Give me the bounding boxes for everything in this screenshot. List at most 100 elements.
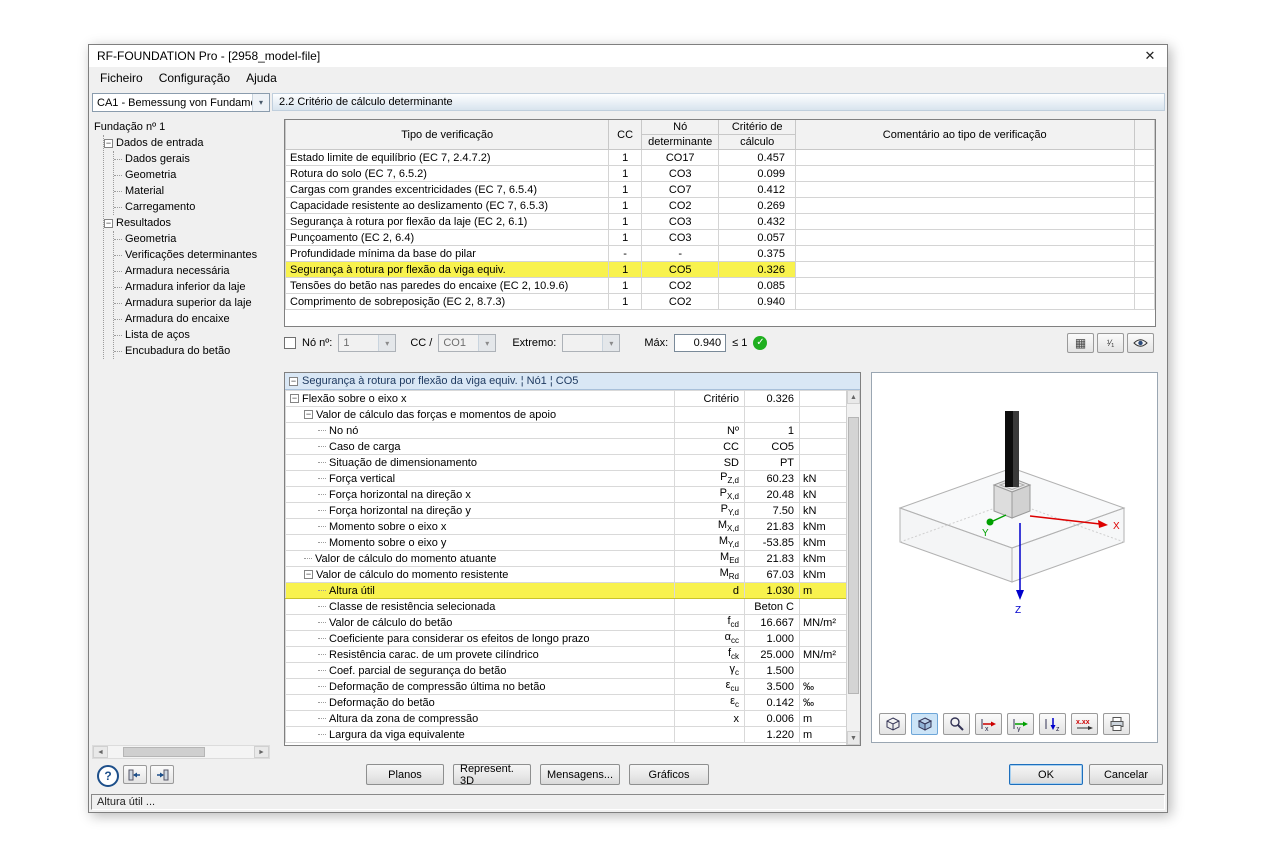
tree-item[interactable]: Geometria (114, 167, 270, 183)
collapse-icon[interactable]: − (304, 410, 313, 420)
tree-item-root[interactable]: Fundação nº 1 (94, 119, 270, 135)
case-selector[interactable]: CA1 - Bemessung von Fundame ▾ (92, 93, 270, 112)
detail-row[interactable]: Caso de carga CC CO5 (285, 438, 846, 455)
detail-row[interactable]: Coef. parcial de segurança do betão γc 1.5… (285, 662, 846, 679)
represent-3d-button[interactable]: Represent. 3D (453, 763, 531, 787)
collapse-icon[interactable]: − (290, 394, 299, 404)
verification-row[interactable]: Punçoamento (EC 2, 6.4) 1 CO3 0.057 (285, 229, 1155, 246)
detail-row[interactable]: Situação de dimensionamento SD PT (285, 454, 846, 471)
detail-row[interactable]: Altura da zona de compressão x 0.006 m (285, 710, 846, 727)
tree-group[interactable]: − Dados de entrada (104, 135, 270, 151)
ok-button[interactable]: OK (1009, 764, 1083, 785)
chevron-down-icon[interactable]: ▾ (378, 335, 396, 351)
scrollbar-track[interactable] (108, 746, 254, 758)
scrollbar-thumb[interactable] (848, 417, 859, 694)
collapse-icon[interactable]: − (289, 376, 298, 386)
node-checkbox[interactable] (284, 337, 296, 349)
show-values-button[interactable]: x.xx (1071, 713, 1098, 735)
detail-row-label: Flexão sobre o eixo x (302, 392, 407, 405)
graficos-button[interactable]: Gráficos (629, 764, 709, 785)
menu-ficheiro[interactable]: Ficheiro (92, 69, 151, 87)
cc-combo[interactable]: CO1 ▾ (438, 334, 497, 352)
help-button[interactable]: ? (97, 765, 119, 787)
cancel-button[interactable]: Cancelar (1089, 764, 1163, 785)
detail-row[interactable]: Classe de resistência selecionada Beton C (285, 598, 846, 615)
verification-row[interactable]: Comprimento de sobreposição (EC 2, 8.7.3… (285, 293, 1155, 310)
scrollbar-thumb[interactable] (122, 747, 205, 757)
detail-row[interactable]: − Flexão sobre o eixo x Critério 0.326 (285, 390, 846, 407)
view-z-button[interactable]: z (1039, 713, 1066, 735)
verification-row[interactable]: Profundidade mínima da base do pilar - -0.… (285, 245, 1155, 262)
detail-row[interactable]: Momento sobre o eixo y MY,d -53.85 kNm (285, 534, 846, 551)
detail-row[interactable]: No nó Nº 1 (285, 422, 846, 439)
collapse-icon[interactable]: − (104, 218, 113, 228)
menu-ajuda[interactable]: Ajuda (238, 69, 285, 87)
detail-row[interactable]: Valor de cálculo do betão fcd 16.667 MN/m² (285, 614, 846, 631)
detail-row[interactable]: Largura da viga equivalente 1.220 m (285, 726, 846, 743)
tree-item[interactable]: Carregamento (114, 199, 270, 215)
tree-item[interactable]: Dados gerais (114, 151, 270, 167)
detail-row[interactable]: Deformação do betão εc 0.142 ‰ (285, 694, 846, 711)
verification-row[interactable]: Tensões do betão nas paredes do encaixe … (285, 277, 1155, 294)
scrollbar-track[interactable] (847, 404, 860, 731)
detail-row[interactable]: Resistência carac. de um provete cilíndr… (285, 646, 846, 663)
model-viewer[interactable]: X Y Z x y z x.xx (871, 372, 1158, 743)
verification-row[interactable]: Cargas com grandes excentricidades (EC 7… (285, 181, 1155, 198)
zoom-view-button[interactable] (943, 713, 970, 735)
chevron-down-icon[interactable]: ▾ (602, 335, 620, 351)
scroll-down-icon[interactable]: ▼ (847, 731, 860, 745)
tree-group[interactable]: − Resultados (104, 215, 270, 231)
verification-row[interactable]: Estado limite de equilíbrio (EC 7, 2.4.7… (285, 149, 1155, 166)
scroll-right-icon[interactable]: ► (254, 746, 269, 758)
panel-previous-button[interactable] (123, 765, 147, 784)
view-isometric-button[interactable] (879, 713, 906, 735)
tree-item[interactable]: Geometria (114, 231, 270, 247)
view-x-button[interactable]: x (975, 713, 1002, 735)
tree-item[interactable]: Encubadura do betão (114, 343, 270, 359)
planos-button[interactable]: Planos (366, 764, 444, 785)
detail-row[interactable]: Momento sobre o eixo x MX,d 21.83 kNm (285, 518, 846, 535)
verification-row[interactable]: Capacidade resistente ao deslizamento (E… (285, 197, 1155, 214)
extremo-combo[interactable]: ▾ (562, 334, 621, 352)
verification-row[interactable]: Segurança à rotura por flexão da laje (E… (285, 213, 1155, 230)
verification-row[interactable]: Segurança à rotura por flexão da viga eq… (285, 261, 1155, 278)
tree-item[interactable]: Material (114, 183, 270, 199)
detail-row[interactable]: − Valor de cálculo do momento resistente M… (285, 566, 846, 583)
menu-configuracao[interactable]: Configuração (151, 69, 238, 87)
detail-row[interactable]: − Valor de cálculo das forças e momentos … (285, 406, 846, 423)
detail-row[interactable]: Força horizontal na direção y PY,d 7.50 kN (285, 502, 846, 519)
collapse-icon[interactable]: − (104, 138, 113, 148)
tree-item[interactable]: Armadura do encaixe (114, 311, 270, 327)
close-button[interactable]: ✕ (1133, 45, 1167, 67)
tree-item[interactable]: Armadura necessária (114, 263, 270, 279)
tree-horizontal-scrollbar[interactable]: ◄ ► (92, 745, 270, 759)
visibility-button[interactable] (1127, 333, 1154, 353)
print-button[interactable] (1103, 713, 1130, 735)
ratio-filter-button[interactable]: ¹⁄₁ (1097, 333, 1124, 353)
detail-row[interactable]: Força vertical PZ,d 60.23 kN (285, 470, 846, 487)
detail-panel-header[interactable]: − Segurança à rotura por flexão da viga … (285, 373, 860, 390)
tree-item[interactable]: Armadura inferior da laje (114, 279, 270, 295)
detail-row[interactable]: Valor de cálculo do momento atuante MEd 21… (285, 550, 846, 567)
view-y-button[interactable]: y (1007, 713, 1034, 735)
result-table-button[interactable]: ▦ (1067, 333, 1094, 353)
scroll-left-icon[interactable]: ◄ (93, 746, 108, 758)
model-3d-view[interactable]: X Y Z (872, 373, 1157, 703)
panel-next-button[interactable] (150, 765, 174, 784)
detail-row[interactable]: Coeficiente para considerar os efeitos d… (285, 630, 846, 647)
detail-row[interactable]: Força horizontal na direção x PX,d 20.48 kN (285, 486, 846, 503)
node-combo[interactable]: 1 ▾ (338, 334, 397, 352)
chevron-down-icon[interactable]: ▾ (478, 335, 496, 351)
detail-row[interactable]: Deformação de compressão última no betão… (285, 678, 846, 695)
tree-item[interactable]: Lista de aços (114, 327, 270, 343)
scroll-up-icon[interactable]: ▲ (847, 390, 860, 404)
mensagens-button[interactable]: Mensagens... (540, 764, 620, 785)
collapse-icon[interactable]: − (304, 570, 313, 580)
detail-vertical-scrollbar[interactable]: ▲ ▼ (846, 390, 860, 745)
tree-item[interactable]: Armadura superior da laje (114, 295, 270, 311)
tree-item[interactable]: Verificações determinantes (114, 247, 270, 263)
chevron-down-icon[interactable]: ▾ (252, 94, 269, 111)
verification-row[interactable]: Rotura do solo (EC 7, 6.5.2) 1 CO3 0.099 (285, 165, 1155, 182)
view-solid-button[interactable] (911, 713, 938, 735)
detail-row[interactable]: Altura útil d 1.030 m (285, 582, 846, 599)
